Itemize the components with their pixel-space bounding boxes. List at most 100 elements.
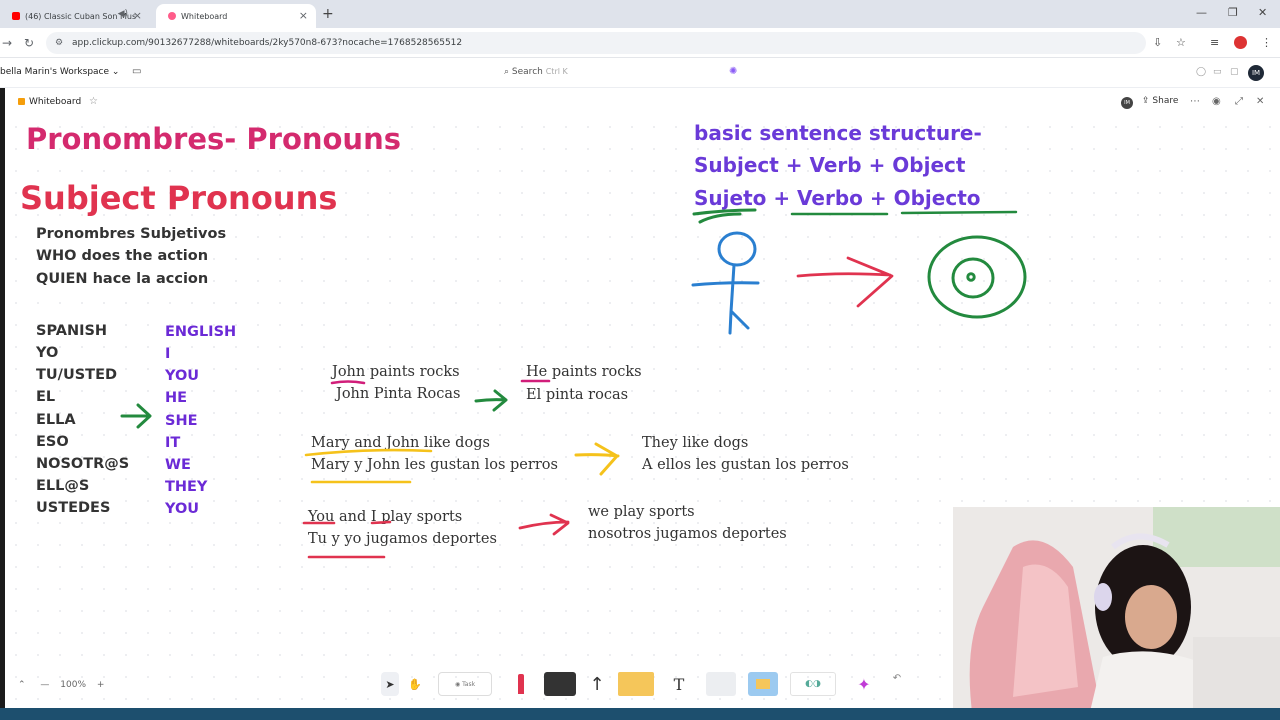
minimize-icon[interactable]: — (1196, 6, 1207, 19)
clickup-topbar: bella Marin's Workspace ⌄ ▭ ⌕ Search Ctr… (0, 58, 1280, 88)
search-icon: ⌕ (504, 67, 510, 77)
video-icon[interactable]: ▭ (1213, 67, 1222, 77)
speaker-icon[interactable]: ◀) (118, 9, 128, 19)
task-label: Task (462, 680, 476, 688)
spanish-pronoun[interactable]: USTEDES (36, 500, 110, 516)
frame-tool[interactable] (706, 672, 736, 696)
example-result-es[interactable]: A ellos les gustan los perros (642, 457, 849, 473)
url-field[interactable]: ⚙ app.clickup.com/90132677288/whiteboard… (46, 32, 1146, 54)
bookmark-star-icon[interactable]: ☆ (1176, 36, 1186, 49)
example-sentence-es[interactable]: Tu y yo jugamos deportes (308, 531, 497, 547)
english-pronoun[interactable]: YOU (165, 368, 199, 384)
cursor-icon: ➤ (385, 677, 395, 691)
more-tools[interactable]: ✦ (846, 672, 882, 696)
english-header[interactable]: ENGLISH (165, 324, 236, 340)
example-sentence-es[interactable]: Mary y John les gustan los perros (311, 457, 558, 473)
zoom-out-button[interactable]: — (40, 680, 49, 690)
english-pronoun[interactable]: YOU (165, 501, 199, 517)
calendar-icon[interactable]: ▭ (132, 66, 141, 77)
collapse-icon[interactable]: ⌃ (18, 680, 26, 690)
english-pronoun[interactable]: HE (165, 390, 187, 406)
expand-icon[interactable]: ⤢ (1235, 96, 1243, 107)
close-whiteboard-icon[interactable]: ✕ (1256, 96, 1264, 107)
text-icon: T (673, 674, 685, 694)
english-pronoun[interactable]: SHE (165, 413, 197, 429)
sticky-note-tool[interactable] (618, 672, 654, 696)
favorite-star-icon[interactable]: ☆ (89, 96, 98, 107)
spanish-header[interactable]: SPANISH (36, 323, 107, 339)
doc-icon[interactable]: ▢ (1230, 67, 1239, 77)
spanish-pronoun[interactable]: ELLA (36, 412, 76, 428)
close-icon[interactable]: × (299, 9, 308, 22)
example-sentence-en[interactable]: You and I play sports (308, 509, 462, 525)
new-tab-button[interactable]: + (322, 6, 334, 22)
browser-menu-icon[interactable]: ⋮ (1261, 36, 1272, 49)
example-sentence-es[interactable]: John Pinta Rocas (336, 386, 461, 402)
whiteboard-title[interactable]: Whiteboard (18, 97, 81, 107)
ai-sparkle-icon[interactable]: ✺ (729, 66, 737, 77)
example-result-es[interactable]: nosotros jugamos deportes (588, 526, 787, 542)
example-sentence-en[interactable]: Mary and John like dogs (311, 435, 490, 451)
definition-line[interactable]: WHO does the action (36, 248, 208, 264)
definition-line[interactable]: QUIEN hace la accion (36, 271, 208, 287)
undo-icon: ↶ (892, 672, 902, 684)
english-pronoun[interactable]: WE (165, 457, 191, 473)
image-tool[interactable] (748, 672, 778, 696)
site-info-icon[interactable]: ⚙ (55, 32, 63, 54)
example-result-en[interactable]: we play sports (588, 504, 695, 520)
spanish-pronoun[interactable]: NOSOTR@S (36, 456, 129, 472)
spanish-pronoun[interactable]: ELL@S (36, 478, 89, 494)
share-button[interactable]: ⇪ Share (1142, 96, 1178, 106)
structure-line[interactable]: Sujeto + Verbo + Objecto (694, 186, 981, 210)
whiteboard-title-text: Whiteboard (29, 97, 82, 107)
example-sentence-en[interactable]: John paints rocks (332, 364, 460, 380)
pen-tool[interactable] (514, 672, 528, 696)
english-pronoun[interactable]: IT (165, 435, 180, 451)
reload-icon[interactable]: ↻ (24, 36, 34, 50)
example-result-en[interactable]: He paints rocks (526, 364, 642, 380)
restore-icon[interactable]: ❐ (1228, 6, 1238, 19)
extensions-icon[interactable]: ≡ (1210, 36, 1219, 49)
text-tool[interactable]: T (668, 672, 690, 696)
more-options-icon[interactable]: ⋯ (1190, 96, 1200, 107)
connector-tool[interactable]: ↑ (586, 672, 608, 696)
os-taskbar (0, 708, 1280, 720)
check-circle-icon[interactable]: ◯ (1196, 67, 1206, 77)
structure-line[interactable]: Subject + Verb + Object (694, 153, 965, 177)
window-close-icon[interactable]: ✕ (1258, 6, 1267, 19)
spanish-pronoun[interactable]: YO (36, 345, 58, 361)
definition-line[interactable]: Pronombres Subjetivos (36, 226, 226, 242)
hand-tool[interactable]: ✋ (406, 672, 424, 696)
shape-tool[interactable] (544, 672, 576, 696)
tab-whiteboard[interactable]: Whiteboard × (156, 4, 316, 28)
spanish-pronoun[interactable]: EL (36, 389, 55, 405)
example-result-es[interactable]: El pinta rocas (526, 387, 628, 403)
example-result-en[interactable]: They like dogs (642, 435, 748, 451)
zoom-level[interactable]: 100% (60, 680, 86, 690)
workspace-switcher[interactable]: bella Marin's Workspace ⌄ (0, 67, 119, 77)
templates-tool[interactable]: ◐◑ (790, 672, 836, 696)
youtube-icon (12, 12, 20, 20)
install-app-icon[interactable]: ⇩ (1153, 36, 1162, 49)
structure-line[interactable]: basic sentence structure- (694, 121, 982, 145)
search-bar[interactable]: ⌕ Search Ctrl K (504, 67, 568, 77)
spanish-pronoun[interactable]: ESO (36, 434, 69, 450)
forward-icon[interactable]: → (2, 36, 12, 50)
tab-youtube[interactable]: (46) Classic Cuban Son Mus ◀) × (0, 4, 150, 28)
user-avatar[interactable]: IM (1248, 65, 1264, 81)
whiteboard-icon (18, 98, 25, 105)
select-tool[interactable]: ➤ (381, 672, 399, 696)
zoom-in-button[interactable]: + (97, 680, 105, 690)
whiteboard-title-heading[interactable]: Pronombres- Pronouns (26, 122, 401, 156)
image-icon (756, 679, 770, 689)
close-icon[interactable]: × (133, 9, 142, 22)
subject-pronouns-heading[interactable]: Subject Pronouns (20, 179, 337, 217)
share-icon: ⇪ (1142, 96, 1150, 106)
undo-button[interactable]: ↶ (890, 666, 904, 690)
task-tool[interactable]: ◉ Task (438, 672, 492, 696)
english-pronoun[interactable]: I (165, 346, 170, 362)
ai-assistant-icon[interactable]: ◉ (1212, 96, 1221, 107)
profile-avatar[interactable] (1234, 36, 1247, 49)
english-pronoun[interactable]: THEY (165, 479, 207, 495)
spanish-pronoun[interactable]: TU/USTED (36, 367, 117, 383)
